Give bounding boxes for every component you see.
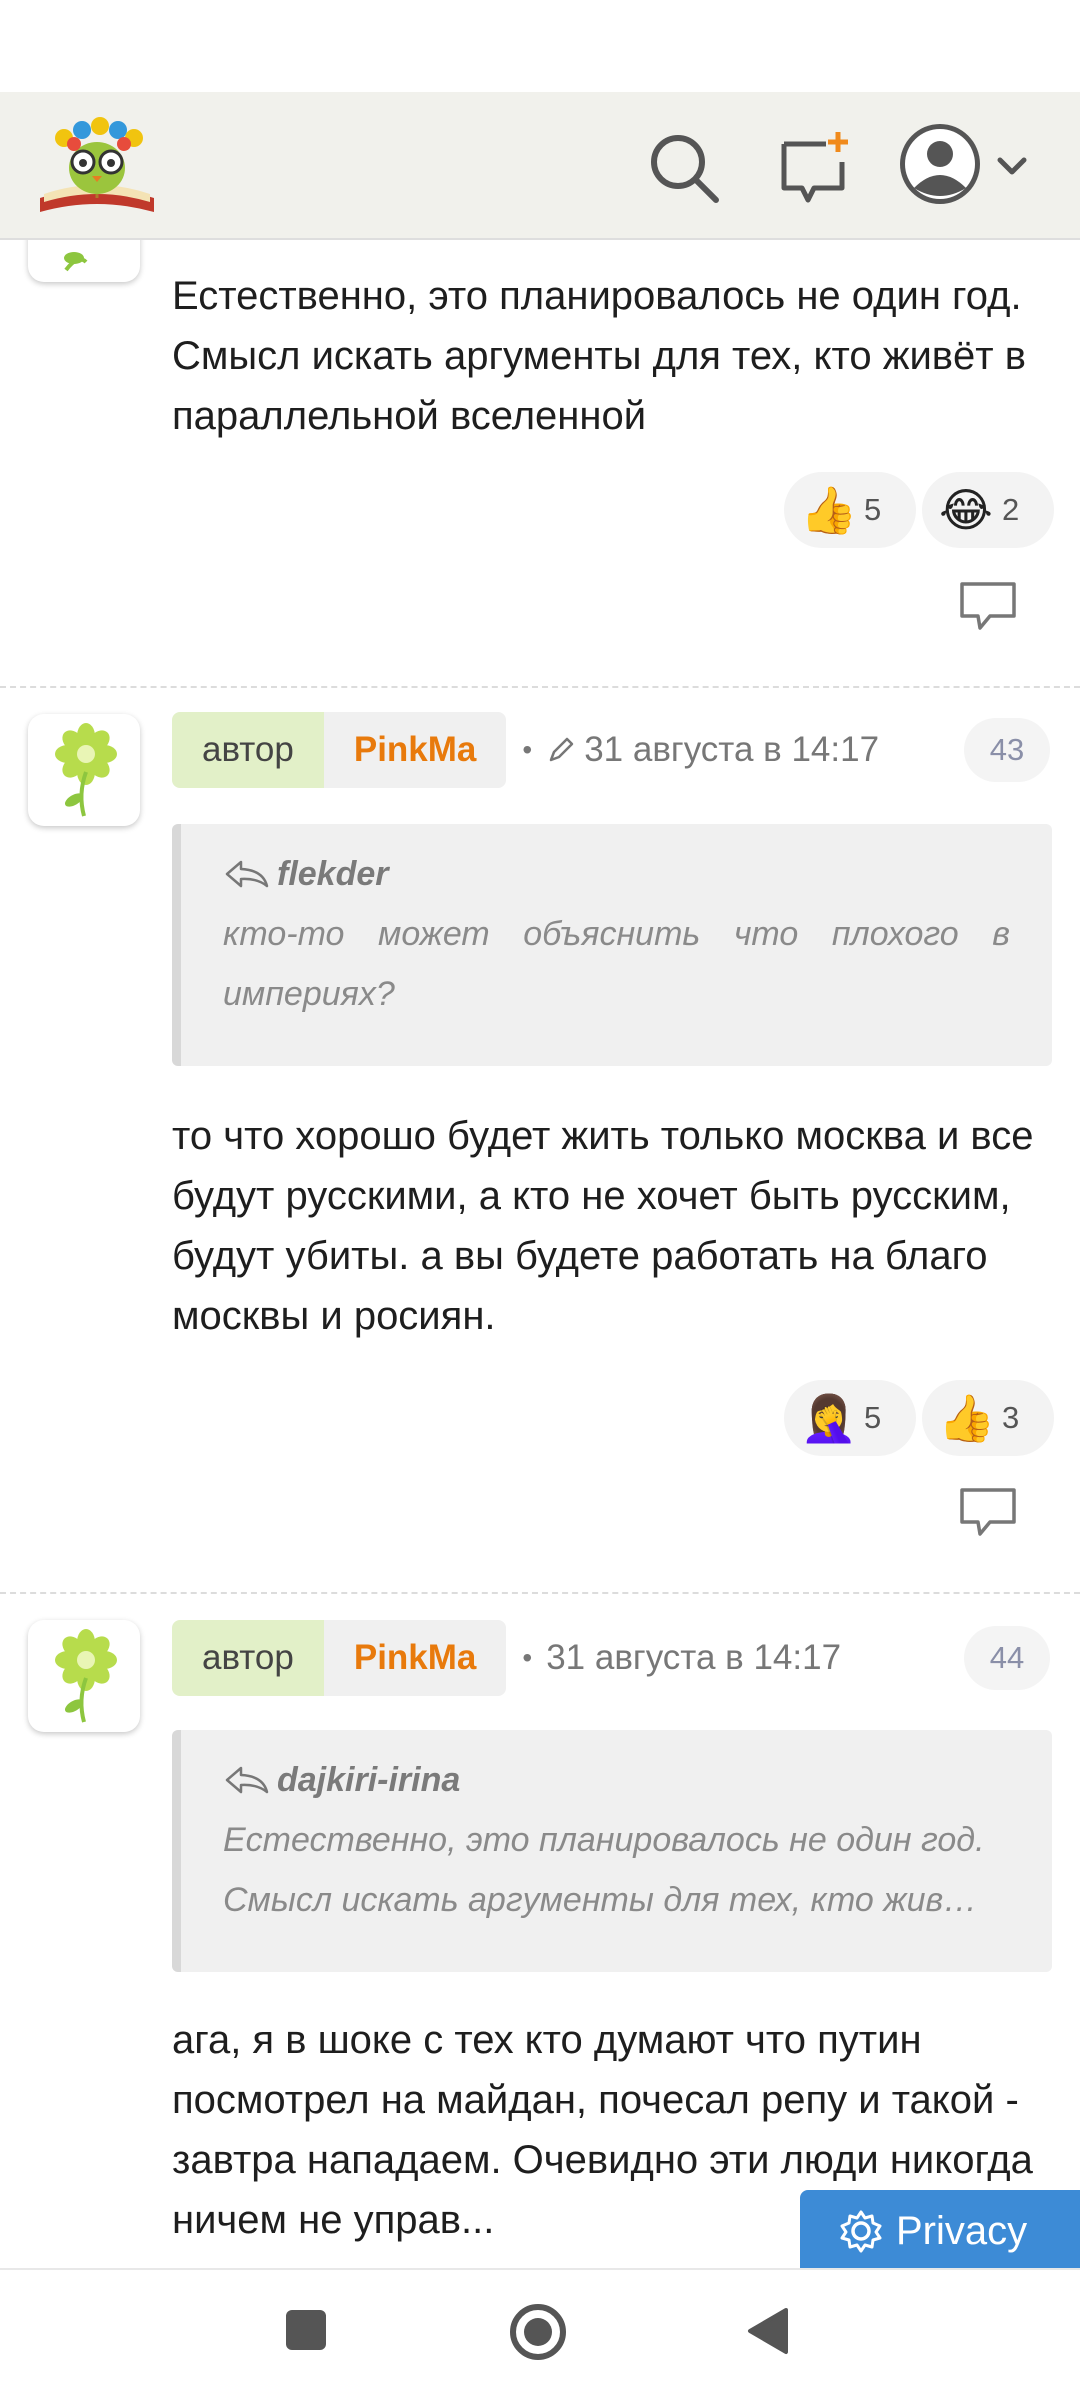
quote-block: flekder кто-то может объяснить что плохо… — [172, 824, 1052, 1066]
avatar[interactable] — [28, 1620, 140, 1732]
user-avatar-icon[interactable] — [900, 120, 1040, 210]
comment-text: Естественно, это планировалось не один г… — [172, 274, 1026, 438]
quote-text: Естественно, это планировалось не один г… — [223, 1821, 985, 1919]
author-nick[interactable]: PinkMa — [323, 1620, 507, 1696]
author-label: автор — [172, 712, 324, 788]
reaction-count: 5 — [864, 1400, 882, 1435]
site-logo[interactable] — [34, 110, 160, 220]
reaction-emoji: 👍 — [938, 1392, 996, 1444]
avatar[interactable] — [28, 714, 140, 826]
quote-author[interactable]: flekder — [277, 855, 389, 894]
comment-date: 31 августа в 14:17 — [584, 730, 880, 769]
reply-icon[interactable] — [958, 1486, 1018, 1538]
comment-text: то что хорошо будет жить только москва и… — [172, 1114, 1034, 1338]
reaction-emoji: 🤦‍♀️ — [800, 1392, 858, 1444]
reaction-count: 2 — [1002, 492, 1020, 527]
comment-number[interactable]: 44 — [964, 1626, 1050, 1690]
quote-text: кто-то может объяснить что плохого в имп… — [223, 915, 1010, 1013]
reply-arrow-icon — [225, 1766, 269, 1794]
author-nick[interactable]: PinkMa — [323, 712, 507, 788]
home-icon[interactable] — [508, 2302, 568, 2367]
privacy-button[interactable]: Privacy — [800, 2190, 1080, 2272]
reply-arrow-icon — [225, 860, 269, 888]
reaction-button[interactable]: 👍 5 — [784, 472, 916, 548]
meta-separator: • — [522, 734, 533, 765]
comments-feed: Естественно, это планировалось не один г… — [0, 240, 1080, 2268]
meta-separator: • — [522, 1642, 533, 1673]
comment-date: 31 августа в 14:17 — [546, 1638, 842, 1677]
reaction-button[interactable]: 😂 2 — [922, 472, 1054, 548]
divider — [0, 686, 1080, 688]
reaction-button[interactable]: 🤦‍♀️ 5 — [784, 1380, 916, 1456]
quote-author[interactable]: dajkiri-irina — [277, 1761, 460, 1800]
reaction-emoji: 😂 — [939, 484, 993, 536]
reaction-count: 5 — [864, 492, 882, 527]
top-header — [0, 92, 1080, 240]
quote-block: dajkiri-irina Естественно, это планирова… — [172, 1730, 1052, 1972]
new-post-icon[interactable] — [776, 128, 856, 208]
back-icon[interactable] — [746, 2306, 790, 2361]
reply-icon[interactable] — [958, 580, 1018, 632]
reaction-button[interactable]: 👍 3 — [922, 1380, 1054, 1456]
author-label: автор — [172, 1620, 324, 1696]
comment-meta: автор PinkMa • 31 августа в 14:17 — [172, 712, 879, 788]
divider — [0, 1592, 1080, 1594]
system-nav-bar — [0, 2268, 1080, 2400]
recents-icon[interactable] — [284, 2308, 328, 2357]
reaction-emoji: 👍 — [800, 484, 858, 536]
search-icon[interactable] — [644, 128, 724, 208]
comment-meta: автор PinkMa • 31 августа в 14:17 — [172, 1620, 841, 1696]
edited-pencil-icon — [549, 737, 574, 762]
author-tag[interactable]: автор PinkMa — [172, 1620, 507, 1696]
gear-icon — [840, 2210, 882, 2253]
author-tag[interactable]: автор PinkMa — [172, 712, 507, 788]
comment-number[interactable]: 43 — [964, 718, 1050, 782]
avatar[interactable] — [28, 240, 140, 282]
reaction-count: 3 — [1002, 1400, 1020, 1435]
status-bar — [0, 0, 1080, 92]
chevron-down-icon — [997, 157, 1027, 175]
privacy-label: Privacy — [896, 2208, 1028, 2253]
